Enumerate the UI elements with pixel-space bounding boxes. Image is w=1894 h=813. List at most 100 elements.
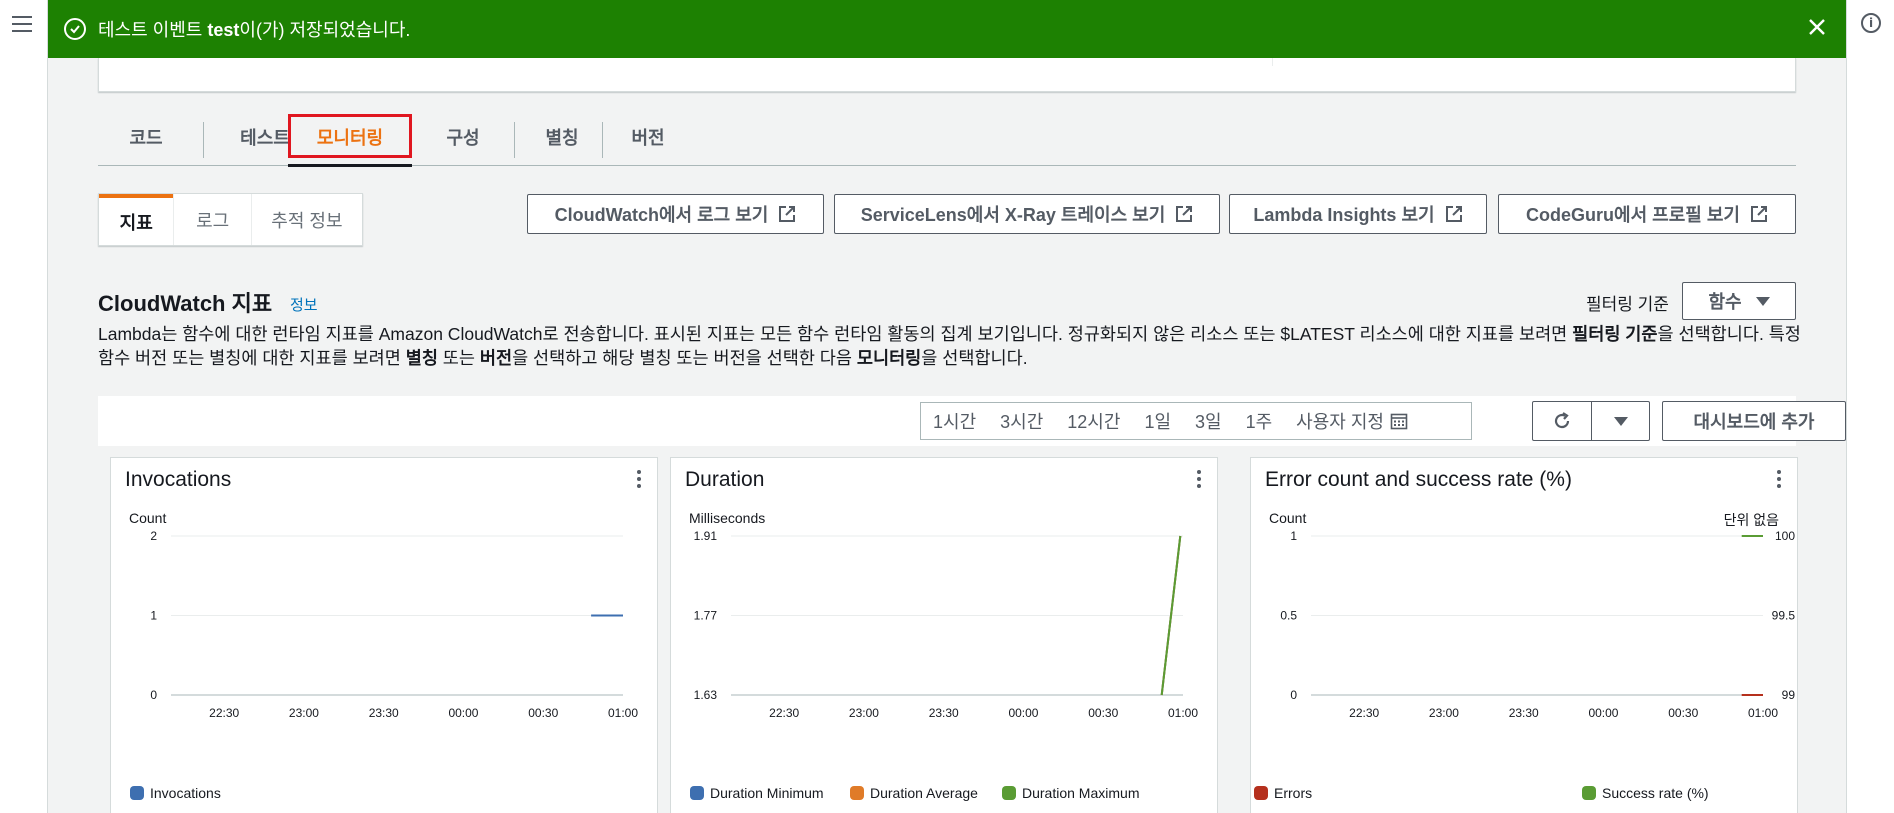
x-tick-label: 00:30 xyxy=(528,706,558,720)
x-tick-label: 23:30 xyxy=(929,706,959,720)
legend-item-invocations[interactable]: Invocations xyxy=(130,785,221,801)
legend-item-success-rate[interactable]: Success rate (%) xyxy=(1582,785,1709,801)
external-link-icon xyxy=(779,206,796,222)
widget-menu-icon[interactable] xyxy=(1197,470,1201,488)
y-tick-label: 0.5 xyxy=(1280,609,1297,623)
range-1h[interactable]: 1시간 xyxy=(921,403,988,439)
range-custom[interactable]: 사용자 지정 xyxy=(1284,403,1414,439)
view-cloudwatch-logs-button[interactable]: CloudWatch에서 로그 보기 xyxy=(527,194,824,234)
success-flashbar: 테스트 이벤트 test이(가) 저장되었습니다. xyxy=(48,0,1846,58)
x-tick-label: 23:30 xyxy=(369,706,399,720)
flash-message-suffix: 이(가) 저장되었습니다. xyxy=(239,20,411,40)
x-tick-label: 23:30 xyxy=(1509,706,1539,720)
flash-message-prefix: 테스트 이벤트 xyxy=(98,20,208,40)
widget-title: Duration xyxy=(685,468,765,491)
hamburger-menu-icon[interactable] xyxy=(12,16,32,32)
x-tick-label: 01:00 xyxy=(1168,706,1198,720)
widget-title: Invocations xyxy=(125,468,232,491)
main-content: 코드 테스트 모니터링 구성 별칭 버전 지표 로그 추적 정보 CloudWa… xyxy=(48,58,1846,813)
tab-versions[interactable]: 버전 xyxy=(610,108,686,166)
refresh-button-group xyxy=(1532,401,1650,441)
widget-menu-icon[interactable] xyxy=(637,470,641,488)
y-tick-label: 1 xyxy=(1290,529,1297,543)
x-tick-label: 00:00 xyxy=(1588,706,1618,720)
duration-chart: 1.91 1.77 1.63 22:30 23:00 23:30 00:00 00:30 01:… xyxy=(694,529,1199,720)
legend-swatch xyxy=(850,786,864,800)
flash-message-event-name: test xyxy=(207,20,240,40)
legend-item-duration-maximum[interactable]: Duration Maximum xyxy=(1002,785,1139,801)
legend-label: Invocations xyxy=(150,785,221,801)
filter-label: 필터링 기준 xyxy=(1586,295,1669,314)
refresh-button[interactable] xyxy=(1533,402,1591,440)
x-tick-label: 00:00 xyxy=(1008,706,1038,720)
legend-label: Duration Maximum xyxy=(1022,785,1140,801)
info-panel-icon[interactable]: i xyxy=(1861,13,1881,33)
section-description: Lambda는 함수에 대한 런타임 지표를 Amazon CloudWatch… xyxy=(98,324,1801,368)
external-link-icon xyxy=(1176,206,1193,222)
external-link-icon xyxy=(1750,206,1767,222)
external-link-icon xyxy=(1445,206,1462,222)
legend-label: Errors xyxy=(1274,785,1313,801)
legend-swatch xyxy=(130,786,144,800)
legend-item-duration-minimum[interactable]: Duration Minimum xyxy=(690,785,824,801)
range-3h[interactable]: 3시간 xyxy=(988,403,1055,439)
x-tick-label: 01:00 xyxy=(608,706,638,720)
error-success-chart: 1 0.5 0 100 99.5 99 22:30 23:00 23:30 00:00 00:30 0… xyxy=(1280,529,1796,720)
x-tick-label: 00:30 xyxy=(1088,706,1118,720)
section-title: CloudWatch 지표 xyxy=(98,291,273,316)
range-1d[interactable]: 1일 xyxy=(1132,403,1183,439)
y-tick-label: 2 xyxy=(150,529,157,543)
view-xray-traces-button[interactable]: ServiceLens에서 X-Ray 트레이스 보기 xyxy=(834,194,1220,234)
legend-swatch xyxy=(1254,786,1268,800)
function-tabs: 코드 테스트 모니터링 구성 별칭 버전 xyxy=(98,108,1796,167)
close-icon[interactable] xyxy=(1806,16,1828,38)
view-xray-traces-label: ServiceLens에서 X-Ray 트레이스 보기 xyxy=(860,205,1166,225)
x-tick-label: 00:30 xyxy=(1668,706,1698,720)
x-tick-label: 00:00 xyxy=(448,706,478,720)
info-link[interactable]: 정보 xyxy=(290,294,318,315)
highlight-annotation xyxy=(288,114,412,158)
success-check-icon xyxy=(64,18,86,40)
range-3d[interactable]: 3일 xyxy=(1183,403,1234,439)
x-tick-label: 22:30 xyxy=(209,706,239,720)
x-tick-label: 23:00 xyxy=(849,706,879,720)
y-tick-label: 1.77 xyxy=(694,609,718,623)
tab-configuration[interactable]: 구성 xyxy=(428,108,498,166)
subtab-metrics[interactable]: 지표 xyxy=(99,194,174,245)
caret-down-icon xyxy=(1613,416,1628,426)
widget-menu-icon[interactable] xyxy=(1777,470,1781,488)
view-lambda-insights-label: Lambda Insights 보기 xyxy=(1253,205,1435,225)
x-tick-label: 22:30 xyxy=(1349,706,1379,720)
add-to-dashboard-button[interactable]: 대시보드에 추가 xyxy=(1662,401,1846,441)
function-overview-card-bottom xyxy=(98,58,1796,92)
legend-item-errors[interactable]: Errors xyxy=(1254,785,1312,801)
left-rail xyxy=(0,0,48,813)
filter-dropdown[interactable]: 함수 xyxy=(1682,282,1796,320)
view-lambda-insights-button[interactable]: Lambda Insights 보기 xyxy=(1229,194,1487,234)
range-1w[interactable]: 1주 xyxy=(1234,403,1285,439)
y-tick-label: 0 xyxy=(1290,688,1297,702)
y2-tick-label: 99 xyxy=(1782,688,1796,702)
subtab-traces[interactable]: 추적 정보 xyxy=(250,194,362,245)
tab-code[interactable]: 코드 xyxy=(116,108,176,166)
x-tick-label: 23:00 xyxy=(289,706,319,720)
y-tick-label: 1.91 xyxy=(694,529,718,543)
calendar-icon xyxy=(1390,413,1408,430)
view-codeguru-profile-button[interactable]: CodeGuru에서 프로필 보기 xyxy=(1498,194,1796,234)
invocations-chart: 2 1 0 22:30 23:00 23:30 00:00 00:30 01:00 xyxy=(150,529,638,720)
monitoring-subtabs: 지표 로그 추적 정보 xyxy=(98,193,363,246)
legend-item-duration-average[interactable]: Duration Average xyxy=(850,785,978,801)
refresh-options-dropdown[interactable] xyxy=(1591,402,1649,440)
filter-value: 함수 xyxy=(1708,292,1742,312)
view-codeguru-profile-label: CodeGuru에서 프로필 보기 xyxy=(1526,205,1740,225)
legend-label: Duration Average xyxy=(870,785,978,801)
x-tick-label: 22:30 xyxy=(769,706,799,720)
range-12h[interactable]: 12시간 xyxy=(1055,403,1132,439)
legend-label: Success rate (%) xyxy=(1602,785,1709,801)
refresh-icon xyxy=(1554,412,1570,429)
legend-label: Duration Minimum xyxy=(710,785,824,801)
subtab-logs[interactable]: 로그 xyxy=(173,194,250,245)
x-tick-label: 23:00 xyxy=(1429,706,1459,720)
tab-aliases[interactable]: 별칭 xyxy=(522,108,602,166)
y-tick-label: 0 xyxy=(150,688,157,702)
